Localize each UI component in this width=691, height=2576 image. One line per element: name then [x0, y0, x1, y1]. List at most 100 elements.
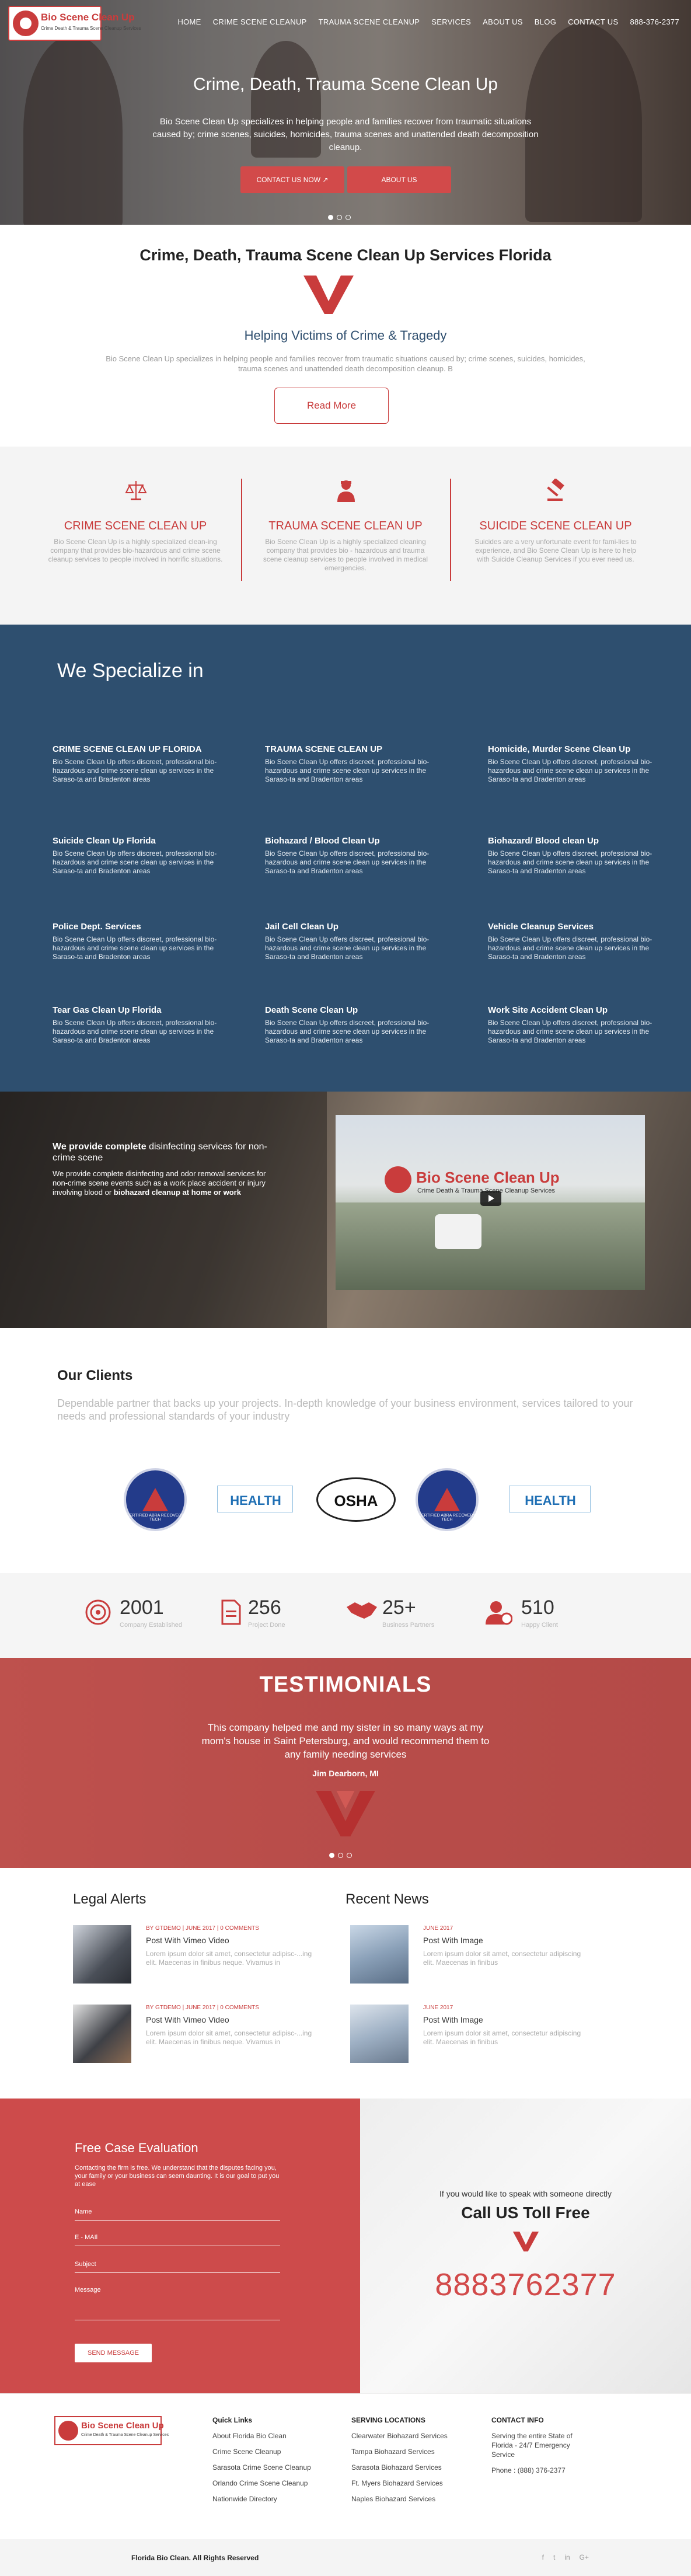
post-meta: JUNE 2017 [423, 1925, 453, 1932]
about-us-button[interactable]: ABOUT US [347, 166, 451, 193]
footer-link[interactable]: Clearwater Biohazard Services [351, 2431, 448, 2441]
specialize-item[interactable]: CRIME SCENE CLEAN UP FLORIDA Bio Scene Cl… [53, 744, 228, 784]
case-intro: Contacting the firm is free. We understa… [75, 2164, 280, 2188]
specialize-item[interactable]: TRAUMA SCENE CLEAN UP Bio Scene Clean Up … [265, 744, 440, 784]
nav-phone[interactable]: 888-376-2377 [630, 18, 679, 26]
service-text: Bio Scene Clean Up is a highly specializ… [263, 538, 428, 572]
quick-links: Quick Links About Florida Bio Clean Crim… [212, 2416, 311, 2510]
carousel-dot[interactable] [346, 215, 351, 220]
footer-link[interactable]: Orlando Crime Scene Cleanup [212, 2479, 311, 2488]
nav-about-us[interactable]: ABOUT US [483, 18, 523, 26]
contact-us-now-label: CONTACT US NOW [256, 176, 321, 184]
subject-field[interactable]: Subject [75, 2261, 280, 2273]
specialize-item[interactable]: Homicide, Murder Scene Clean Up Bio Scene… [488, 744, 663, 784]
specialize-item-text: Bio Scene Clean Up offers discreet, prof… [488, 849, 652, 875]
contact-phone[interactable]: Phone : (888) 376-2377 [491, 2466, 585, 2475]
shield-icon [434, 1488, 460, 1511]
footer-link[interactable]: Ft. Myers Biohazard Services [351, 2479, 448, 2488]
message-field[interactable]: Message [75, 2286, 280, 2320]
specialize-item[interactable]: Death Scene Clean Up Bio Scene Clean Up o… [265, 1005, 440, 1045]
health-logo-2: HEALTH [509, 1486, 591, 1512]
divider [241, 479, 242, 581]
nav-trauma-scene-cleanup[interactable]: TRAUMA SCENE CLEANUP [319, 18, 420, 26]
biohazard-icon [13, 11, 39, 36]
specialize-item[interactable]: Work Site Accident Clean Up Bio Scene Cle… [488, 1005, 663, 1045]
facebook-icon[interactable]: f [542, 2553, 544, 2561]
footer-logo[interactable]: Bio Scene Clean Up Crime Death & Trauma … [54, 2416, 169, 2445]
worker-icon [337, 480, 355, 502]
footer-link[interactable]: Tampa Biohazard Services [351, 2447, 448, 2456]
carousel-dot[interactable] [338, 1853, 343, 1858]
document-icon [221, 1599, 241, 1625]
specialize-item[interactable]: Tear Gas Clean Up Florida Bio Scene Clean… [53, 1005, 228, 1045]
post-title[interactable]: Post With Image [423, 1936, 483, 1945]
nav-crime-scene-cleanup[interactable]: CRIME SCENE CLEANUP [213, 18, 307, 26]
email-field[interactable]: E - MAIl [75, 2234, 280, 2246]
specialize-item[interactable]: Vehicle Cleanup Services Bio Scene Clean … [488, 922, 663, 961]
abra-logo: CERTIFIED ABRA RECOVERY TECH [124, 1468, 187, 1531]
service-crime[interactable]: CRIME SCENE CLEAN UP Bio Scene Clean Up … [36, 479, 235, 564]
news-post[interactable]: JUNE 2017 Post With Image Lorem ipsum do… [350, 2005, 595, 2069]
nav-home[interactable]: HOME [177, 18, 201, 26]
specialize-item-title: Tear Gas Clean Up Florida [53, 1005, 162, 1015]
video-player[interactable]: Bio Scene Clean Up Crime Death & Trauma … [336, 1115, 645, 1290]
footer-link[interactable]: Naples Biohazard Services [351, 2494, 448, 2504]
footer-link[interactable]: Crime Scene Cleanup [212, 2447, 311, 2456]
specialize-item-title: Death Scene Clean Up [265, 1005, 358, 1015]
service-title: CRIME SCENE CLEAN UP [64, 520, 207, 532]
legal-post[interactable]: BY GTDEMO | JUNE 2017 | 0 COMMENTS Post … [73, 2005, 318, 2069]
footer-link[interactable]: About Florida Bio Clean [212, 2431, 311, 2441]
footer-link[interactable]: Nationwide Directory [212, 2494, 311, 2504]
service-text: Bio Scene Clean Up is a highly specializ… [48, 538, 223, 563]
health-logo-text: HEALTH [230, 1493, 281, 1508]
hero-carousel-dots [328, 215, 351, 220]
specialize-item[interactable]: Biohazard/ Blood clean Up Bio Scene Clean… [488, 836, 663, 876]
name-field[interactable]: Name [75, 2208, 280, 2221]
nav-blog[interactable]: BLOG [535, 18, 556, 26]
google-plus-icon[interactable]: G+ [580, 2553, 589, 2561]
carousel-dot[interactable] [347, 1853, 352, 1858]
nav-services[interactable]: SERVICES [431, 18, 471, 26]
post-title[interactable]: Post With Vimeo Video [146, 1936, 229, 1945]
logo-subtitle: Crime Death & Trauma Scene Cleanup Servi… [41, 26, 141, 31]
carousel-dot[interactable] [337, 215, 342, 220]
counter-label: Business Partners [382, 1622, 435, 1629]
carousel-dot[interactable] [328, 215, 333, 220]
specialize-item-text: Bio Scene Clean Up offers discreet, prof… [265, 1019, 430, 1044]
osha-logo-text: OSHA [334, 1492, 378, 1510]
counter-established: 2001 Company Established [120, 1597, 182, 1629]
twitter-icon[interactable]: t [553, 2553, 555, 2561]
counter-partners: 25+ Business Partners [382, 1597, 434, 1629]
specialize-item[interactable]: Jail Cell Clean Up Bio Scene Clean Up off… [265, 922, 440, 961]
specialize-item[interactable]: Biohazard / Blood Clean Up Bio Scene Clea… [265, 836, 440, 876]
logo-title: Bio Scene Clean Up [41, 12, 135, 23]
news-post[interactable]: JUNE 2017 Post With Image Lorem ipsum do… [350, 1925, 595, 1989]
instagram-icon[interactable]: in [564, 2553, 570, 2561]
post-excerpt: Lorem ipsum dolor sit amet, consectetur … [423, 2029, 581, 2046]
legal-alerts-title: Legal Alerts [73, 1891, 146, 1907]
service-trauma[interactable]: TRAUMA SCENE CLEAN UP Bio Scene Clean Up… [246, 479, 445, 573]
contact-service-area: Serving the entire State of Florida - 24… [491, 2432, 573, 2459]
section-overlay [0, 1092, 327, 1328]
site-logo[interactable]: Bio Scene Clean Up Crime Death & Trauma … [8, 6, 141, 41]
read-more-button[interactable]: Read More [274, 388, 389, 424]
post-title[interactable]: Post With Image [423, 2015, 483, 2024]
footer-link[interactable]: Sarasota Biohazard Services [351, 2463, 448, 2472]
send-message-button[interactable]: SEND MESSAGE [75, 2344, 152, 2362]
specialize-item-text: Bio Scene Clean Up offers discreet, prof… [53, 758, 217, 783]
toll-free-number[interactable]: 8883762377 [360, 2267, 691, 2303]
footer-link[interactable]: Sarasota Crime Scene Cleanup [212, 2463, 311, 2472]
nav-contact-us[interactable]: CONTACT US [568, 18, 618, 26]
counter-clients: 510 Happy Client [521, 1597, 558, 1629]
legal-post[interactable]: BY GTDEMO | JUNE 2017 | 0 COMMENTS Post … [73, 1925, 318, 1989]
carousel-dot[interactable] [329, 1853, 334, 1858]
footer-bottom-bar: Florida Bio Clean. All Rights Reserved f… [0, 2539, 691, 2576]
specialize-item[interactable]: Suicide Clean Up Florida Bio Scene Clean … [53, 836, 228, 876]
w-logo-icon [512, 2232, 539, 2251]
post-title[interactable]: Post With Vimeo Video [146, 2015, 229, 2024]
contact-us-now-button[interactable]: CONTACT US NOW ↗ [240, 166, 344, 193]
specialize-item[interactable]: Police Dept. Services Bio Scene Clean Up … [53, 922, 228, 961]
service-suicide[interactable]: SUICIDE SCENE CLEAN UP Suicides are a ve… [456, 479, 655, 564]
post-thumbnail [73, 2005, 131, 2063]
play-icon[interactable] [480, 1191, 501, 1206]
